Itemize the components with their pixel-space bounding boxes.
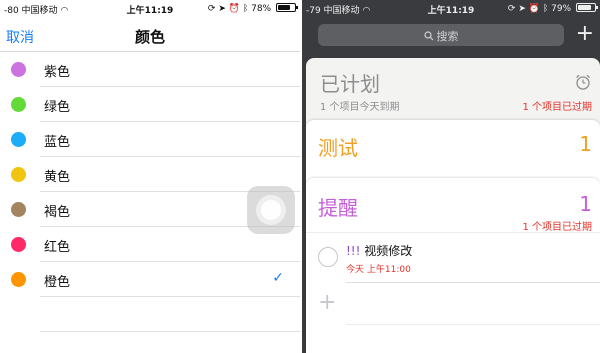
lock-rotation-icon: ⟳ [507,4,516,14]
lock-rotation-icon: ⟳ [207,4,216,14]
reminder-item: !!! 视频修改 今天 上午11:00 [306,233,600,283]
divider [346,282,600,283]
color-label: 绿色 [44,100,71,115]
location-icon: ➤ [518,4,526,14]
list-count: 1 [579,132,592,156]
lists-stack: 已计划 1 个项目今天到期 1 个项目已过期 测试 1 提醒 1 1 个项目已过… [306,58,600,353]
alarm-clock-icon [576,74,590,90]
navigation-bar: 取消 颜色 [0,18,300,52]
search-icon [423,31,433,41]
list-title: 测试 [318,136,358,160]
color-label: 黄色 [44,170,71,185]
divider [346,324,600,325]
search-row: 搜索 + [302,18,600,52]
reminders-screen: -79 中国移动 ◠ 上午11:19 ⟳ ➤ ⏰ ᛒ 79% 搜索 + 已计划 [302,0,600,353]
status-bar: -79 中国移动 ◠ 上午11:19 ⟳ ➤ ⏰ ᛒ 79% [302,0,600,18]
checkmark-icon: ✓ [272,270,284,286]
color-swatch [11,237,26,252]
assistive-touch-button[interactable] [247,186,295,234]
color-swatch [11,132,26,147]
status-right: ⟳ ➤ ⏰ ᛒ 78% [207,3,298,14]
location-icon: ➤ [218,4,226,14]
color-row-blue[interactable]: 蓝色 [0,122,300,157]
status-bar: -80 中国移动 ◠ 上午11:19 ⟳ ➤ ⏰ ᛒ 78% [0,0,300,18]
bluetooth-icon: ᛒ [542,4,549,14]
search-placeholder: 搜索 [318,28,564,44]
color-label: 橙色 [44,275,71,290]
scheduled-title: 已计划 [320,72,380,96]
search-input[interactable]: 搜索 [318,24,564,46]
color-label: 蓝色 [44,135,71,150]
complete-checkbox[interactable] [318,247,338,267]
battery-icon [576,3,598,12]
page-title: 颜色 [134,28,165,46]
priority-marker: !!! [346,244,361,258]
color-picker-screen: -80 中国移动 ◠ 上午11:19 ⟳ ➤ ⏰ ᛒ 78% 取消 颜色 紫色 … [0,0,300,353]
cancel-button[interactable]: 取消 [6,27,34,47]
bluetooth-icon: ᛒ [242,4,249,14]
alarm-icon: ⏰ [228,4,240,14]
scheduled-overdue: 1 个项目已过期 [522,102,592,113]
color-label: 褐色 [44,205,71,220]
list-title: 提醒 [318,196,358,220]
status-right: ⟳ ➤ ⏰ ᛒ 79% [507,3,598,14]
battery-icon [276,3,298,12]
color-label: 紫色 [44,65,71,80]
color-row-orange[interactable]: 橙色 ✓ [0,262,300,297]
color-row-purple[interactable]: 紫色 [0,52,300,87]
list-count: 1 [579,192,592,216]
battery-percent: 79% [551,4,572,14]
color-swatch [11,97,26,112]
list-card-remind[interactable]: 提醒 1 1 个项目已过期 !!! 视频修改 今天 上午11:00 + [306,178,600,353]
add-reminder-button[interactable]: + [318,290,336,315]
empty-row [0,297,300,332]
color-label: 红色 [44,240,71,255]
scheduled-subtitle: 1 个项目今天到期 [320,102,400,113]
color-swatch [11,272,26,287]
color-row-green[interactable]: 绿色 [0,87,300,122]
add-list-button[interactable]: + [576,21,594,47]
color-swatch [11,167,26,182]
reminder-title[interactable]: !!! 视频修改 [346,242,412,259]
alarm-icon: ⏰ [528,4,540,14]
assistive-touch-dot [261,200,281,220]
reminder-due: 今天 上午11:00 [346,265,411,275]
list-overdue: 1 个项目已过期 [522,222,592,233]
color-swatch [11,202,26,217]
color-swatch [11,62,26,77]
battery-percent: 78% [251,4,272,14]
scheduled-list-card[interactable]: 已计划 1 个项目今天到期 1 个项目已过期 [306,58,600,118]
